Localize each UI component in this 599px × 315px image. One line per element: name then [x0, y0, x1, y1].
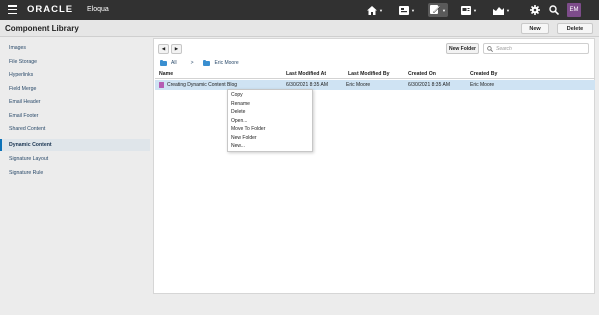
search-icon — [549, 5, 559, 15]
user-avatar[interactable]: EM — [567, 3, 581, 17]
assets-nav-button[interactable]: ▼ — [399, 3, 415, 17]
menu-item-new[interactable]: New... — [228, 142, 312, 151]
new-folder-button[interactable]: New Folder — [446, 43, 479, 54]
components-icon — [430, 5, 440, 14]
campaigns-icon — [461, 5, 471, 15]
chevron-down-icon: ▼ — [442, 7, 446, 13]
campaigns-nav-button[interactable]: ▼ — [461, 3, 477, 17]
menu-icon[interactable] — [8, 5, 17, 14]
search-box[interactable] — [483, 43, 589, 54]
page-header: Component Library New Delete — [0, 20, 599, 37]
library-panel: ◀ ▶ New Folder All > Eric Moore Name Las… — [153, 38, 595, 294]
chevron-down-icon: ▼ — [506, 7, 510, 13]
assets-icon — [399, 5, 409, 15]
page-title: Component Library — [5, 24, 79, 33]
back-button[interactable]: ◀ — [158, 44, 169, 54]
column-header-last-modified-at[interactable]: Last Modified At — [286, 71, 326, 77]
sidebar-item-hyperlinks[interactable]: Hyperlinks — [0, 69, 150, 81]
column-header-name[interactable]: Name — [159, 71, 173, 77]
search-icon — [487, 45, 493, 52]
sidebar-item-file-storage[interactable]: File Storage — [0, 56, 150, 68]
sidebar-item-images[interactable]: Images — [0, 42, 150, 54]
sidebar-item-dynamic-content[interactable]: Dynamic Content — [0, 139, 150, 151]
menu-item-copy[interactable]: Copy — [228, 91, 312, 100]
table-row[interactable]: Creating Dynamic Content Blog 6/30/2021 … — [155, 80, 595, 90]
column-header-last-modified-by[interactable]: Last Modified By — [348, 71, 390, 77]
components-nav-button[interactable]: ▼ — [428, 3, 448, 17]
row-created-on: 6/30/2021 8:35 AM — [408, 82, 450, 88]
row-name[interactable]: Creating Dynamic Content Blog — [167, 82, 237, 88]
row-created-by: Eric Moore — [470, 82, 495, 88]
oracle-logo: ORACLE — [27, 4, 74, 15]
menu-item-rename[interactable]: Rename — [228, 100, 312, 109]
chevron-down-icon: ▼ — [379, 7, 383, 13]
context-menu: Copy Rename Delete Open... Move To Folde… — [227, 89, 313, 152]
menu-item-new-folder[interactable]: New Folder — [228, 134, 312, 143]
sidebar-item-email-header[interactable]: Email Header — [0, 96, 150, 108]
table-header: Name Last Modified At Last Modified By C… — [155, 70, 595, 79]
sidebar-item-signature-rule[interactable]: Signature Rule — [0, 167, 150, 179]
new-button[interactable]: New — [521, 23, 549, 34]
component-sidebar: Images File Storage Hyperlinks Field Mer… — [0, 38, 152, 315]
breadcrumb-current[interactable]: Eric Moore — [214, 60, 238, 66]
chevron-down-icon: ▼ — [473, 7, 477, 13]
gear-icon — [530, 5, 540, 15]
delete-button[interactable]: Delete — [557, 23, 593, 34]
menu-item-open[interactable]: Open... — [228, 117, 312, 126]
top-navigation-bar: ORACLE Eloqua ▼ ▼ ▼ ▼ ▼ EM — [0, 0, 599, 20]
chevron-down-icon: ▼ — [411, 7, 415, 13]
breadcrumb-separator: > — [190, 60, 194, 66]
column-header-created-on[interactable]: Created On — [408, 71, 436, 77]
column-header-created-by[interactable]: Created By — [470, 71, 497, 77]
menu-item-delete[interactable]: Delete — [228, 108, 312, 117]
breadcrumb-root[interactable]: All — [171, 60, 177, 66]
row-last-modified-by: Eric Moore — [346, 82, 371, 88]
reports-nav-button[interactable]: ▼ — [493, 3, 510, 17]
sidebar-item-field-merge[interactable]: Field Merge — [0, 83, 150, 95]
row-last-modified-at: 6/30/2021 8:35 AM — [286, 82, 328, 88]
folder-icon — [203, 59, 211, 66]
reports-icon — [493, 6, 504, 15]
product-name: Eloqua — [87, 6, 109, 13]
breadcrumb: All > Eric Moore — [160, 59, 239, 67]
home-icon — [367, 5, 377, 15]
global-search-button[interactable] — [549, 3, 559, 17]
search-input[interactable] — [496, 45, 576, 52]
forward-button[interactable]: ▶ — [171, 44, 182, 54]
sidebar-item-signature-layout[interactable]: Signature Layout — [0, 153, 150, 165]
settings-button[interactable] — [530, 3, 540, 17]
dynamic-content-icon — [159, 82, 164, 88]
sidebar-item-shared-content[interactable]: Shared Content — [0, 123, 150, 135]
menu-item-move-to-folder[interactable]: Move To Folder — [228, 125, 312, 134]
home-nav-button[interactable]: ▼ — [367, 3, 383, 17]
folder-icon — [160, 59, 167, 66]
sidebar-item-email-footer[interactable]: Email Footer — [0, 110, 150, 122]
